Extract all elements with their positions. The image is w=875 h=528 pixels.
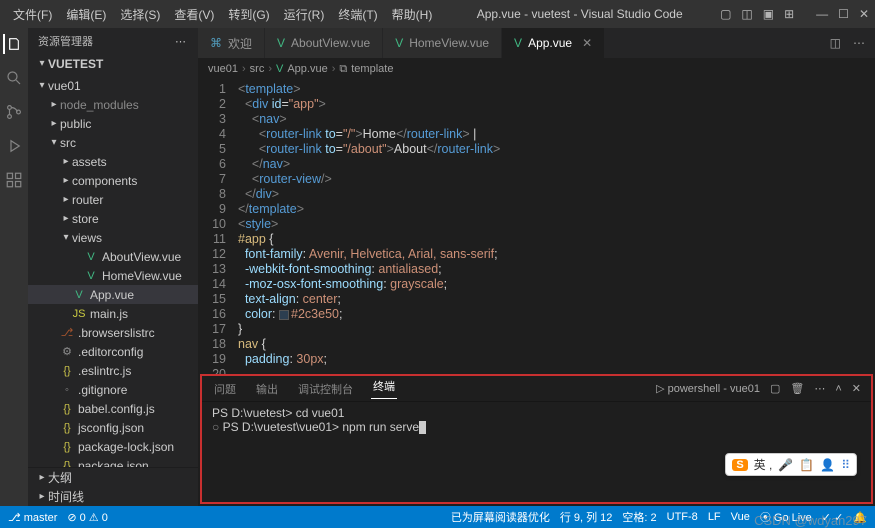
menu-run[interactable]: 运行(R) <box>277 6 332 23</box>
window-title: App.vue - vuetest - Visual Studio Code <box>439 7 720 21</box>
maximize-icon[interactable]: ☐ <box>838 7 849 21</box>
folder-root[interactable]: ▾VUETEST <box>28 54 198 73</box>
status-lncol[interactable]: 行 9, 列 12 <box>560 509 613 525</box>
panel-output[interactable]: 输出 <box>254 381 280 397</box>
tree-item-gitignore[interactable]: ◦.gitignore <box>28 380 198 399</box>
layout-toggle-3-icon[interactable]: ▣ <box>763 7 774 21</box>
tab-appvue[interactable]: VApp.vue✕ <box>502 28 605 58</box>
status-indent[interactable]: 空格: 2 <box>622 509 656 525</box>
panel-debugconsole[interactable]: 调试控制台 <box>296 381 355 397</box>
ime-clip-icon[interactable]: 📋 <box>799 458 814 472</box>
layout-toggle-1-icon[interactable]: ▢ <box>720 7 731 21</box>
tree-item-babelconfigjs[interactable]: {}babel.config.js <box>28 399 198 418</box>
explorer-more-icon[interactable]: ⋯ <box>175 35 188 48</box>
explorer-title: 资源管理器 <box>38 33 93 49</box>
explorer-icon[interactable] <box>3 34 23 54</box>
tree-item-packagejson[interactable]: {}package.json <box>28 456 198 467</box>
terminal-tabs: 问题 输出 调试控制台 终端 ▷ powershell - vue01 ▢ 🗑 … <box>202 376 871 402</box>
status-screenreader[interactable]: 已为屏幕阅读器优化 <box>451 509 550 525</box>
terminal-more-icon[interactable]: ⋯ <box>814 382 825 395</box>
status-bar: ⎇ master ⊘ 0 ⚠ 0 已为屏幕阅读器优化 行 9, 列 12 空格:… <box>0 506 875 528</box>
ime-user-icon[interactable]: 👤 <box>820 458 835 472</box>
window-controls: ▢ ◫ ▣ ⊞ — ☐ ✕ <box>720 7 869 21</box>
panel-terminal[interactable]: 终端 <box>371 378 397 399</box>
tree-item-eslintrcjs[interactable]: {}.eslintrc.js <box>28 361 198 380</box>
menu-help[interactable]: 帮助(H) <box>385 6 440 23</box>
split-editor-icon[interactable]: ◫ <box>830 36 841 50</box>
tree-item-public[interactable]: ▸public <box>28 114 198 133</box>
terminal-new-icon[interactable]: ▢ <box>770 382 780 395</box>
status-eol[interactable]: LF <box>708 511 721 523</box>
menu-view[interactable]: 查看(V) <box>167 6 221 23</box>
menu-items: 文件(F) 编辑(E) 选择(S) 查看(V) 转到(G) 运行(R) 终端(T… <box>6 6 439 23</box>
status-prettier[interactable]: ✓ ✓ <box>822 511 844 524</box>
status-lang[interactable]: Vue <box>731 511 750 523</box>
tree-item-views[interactable]: ▾views <box>28 228 198 247</box>
status-git-branch[interactable]: ⎇ master <box>8 511 57 524</box>
terminal-body[interactable]: PS D:\vuetest> cd vue01○ PS D:\vuetest\v… <box>202 402 871 502</box>
tree-item-components[interactable]: ▸components <box>28 171 198 190</box>
terminal-maximize-icon[interactable]: ˄ <box>835 383 841 395</box>
terminal-panel: 问题 输出 调试控制台 终端 ▷ powershell - vue01 ▢ 🗑 … <box>200 374 873 504</box>
status-golive[interactable]: ⦿ Go Live <box>760 509 812 525</box>
tree-item-mainjs[interactable]: JSmain.js <box>28 304 198 323</box>
code-editor[interactable]: 123456789101112131415161718192021 <templ… <box>198 80 875 374</box>
terminal-close-icon[interactable]: ✕ <box>852 382 861 395</box>
menu-go[interactable]: 转到(G) <box>221 6 276 23</box>
tree-item-appvue[interactable]: VApp.vue <box>28 285 198 304</box>
menu-edit[interactable]: 编辑(E) <box>59 6 113 23</box>
tree-item-store[interactable]: ▸store <box>28 209 198 228</box>
tree-item-packagelockjson[interactable]: {}package-lock.json <box>28 437 198 456</box>
editor-area: ⌘欢迎 VAboutView.vue VHomeView.vue VApp.vu… <box>198 28 875 506</box>
editor-more-icon[interactable]: ⋯ <box>853 36 865 50</box>
menu-selection[interactable]: 选择(S) <box>113 6 167 23</box>
scm-icon[interactable] <box>4 102 24 122</box>
menubar: 文件(F) 编辑(E) 选择(S) 查看(V) 转到(G) 运行(R) 终端(T… <box>0 0 875 28</box>
search-icon[interactable] <box>4 68 24 88</box>
tree-item-assets[interactable]: ▸assets <box>28 152 198 171</box>
tab-close-icon[interactable]: ✕ <box>582 36 592 50</box>
tab-welcome[interactable]: ⌘欢迎 <box>198 28 265 58</box>
file-tree: ▾vue01▸node_modules▸public▾src▸assets▸co… <box>28 73 198 467</box>
tree-item-nodemodules[interactable]: ▸node_modules <box>28 95 198 114</box>
editor-tabs: ⌘欢迎 VAboutView.vue VHomeView.vue VApp.vu… <box>198 28 875 58</box>
extensions-icon[interactable] <box>4 170 24 190</box>
debug-icon[interactable] <box>4 136 24 156</box>
tree-item-vue01[interactable]: ▾vue01 <box>28 76 198 95</box>
code-content[interactable]: <template> <div id="app"> <nav> <router-… <box>238 80 875 374</box>
status-encoding[interactable]: UTF-8 <box>667 511 698 523</box>
timeline-section[interactable]: ▸时间线 <box>28 487 198 506</box>
tree-item-jsconfigjson[interactable]: {}jsconfig.json <box>28 418 198 437</box>
panel-problems[interactable]: 问题 <box>212 381 238 397</box>
menu-file[interactable]: 文件(F) <box>6 6 59 23</box>
line-gutter: 123456789101112131415161718192021 <box>198 80 238 374</box>
tree-item-editorconfig[interactable]: ⚙.editorconfig <box>28 342 198 361</box>
tree-item-homeviewvue[interactable]: VHomeView.vue <box>28 266 198 285</box>
close-icon[interactable]: ✕ <box>859 7 869 21</box>
menu-terminal[interactable]: 终端(T) <box>331 6 384 23</box>
tree-item-browserslistrc[interactable]: ⎇.browserslistrc <box>28 323 198 342</box>
status-bell-icon[interactable]: 🔔 <box>853 511 867 524</box>
ime-grid-icon[interactable]: ⠿ <box>841 458 850 472</box>
tab-homeview[interactable]: VHomeView.vue <box>383 28 502 58</box>
ime-logo-icon: S <box>732 459 747 471</box>
breadcrumb[interactable]: vue01› src› VApp.vue› ⧉template <box>198 58 875 80</box>
explorer-sidebar: 资源管理器 ⋯ ▾VUETEST ▾vue01▸node_modules▸pub… <box>28 28 198 506</box>
tab-aboutview[interactable]: VAboutView.vue <box>265 28 383 58</box>
layout-toggle-4-icon[interactable]: ⊞ <box>784 7 794 21</box>
status-problems[interactable]: ⊘ 0 ⚠ 0 <box>67 511 107 524</box>
ime-toolbar[interactable]: S 英 , 🎤 📋 👤 ⠿ <box>725 453 857 476</box>
terminal-kill-icon[interactable]: 🗑 <box>790 382 804 395</box>
tree-item-router[interactable]: ▸router <box>28 190 198 209</box>
terminal-shell-label[interactable]: ▷ powershell - vue01 <box>656 382 760 395</box>
layout-toggle-2-icon[interactable]: ◫ <box>741 7 752 21</box>
activity-bar <box>0 28 28 506</box>
tree-item-src[interactable]: ▾src <box>28 133 198 152</box>
tree-item-aboutviewvue[interactable]: VAboutView.vue <box>28 247 198 266</box>
ime-mode[interactable]: 英 , <box>754 456 773 473</box>
minimize-icon[interactable]: — <box>816 7 828 21</box>
outline-section[interactable]: ▸大纲 <box>28 468 198 487</box>
ime-mic-icon[interactable]: 🎤 <box>778 458 793 472</box>
